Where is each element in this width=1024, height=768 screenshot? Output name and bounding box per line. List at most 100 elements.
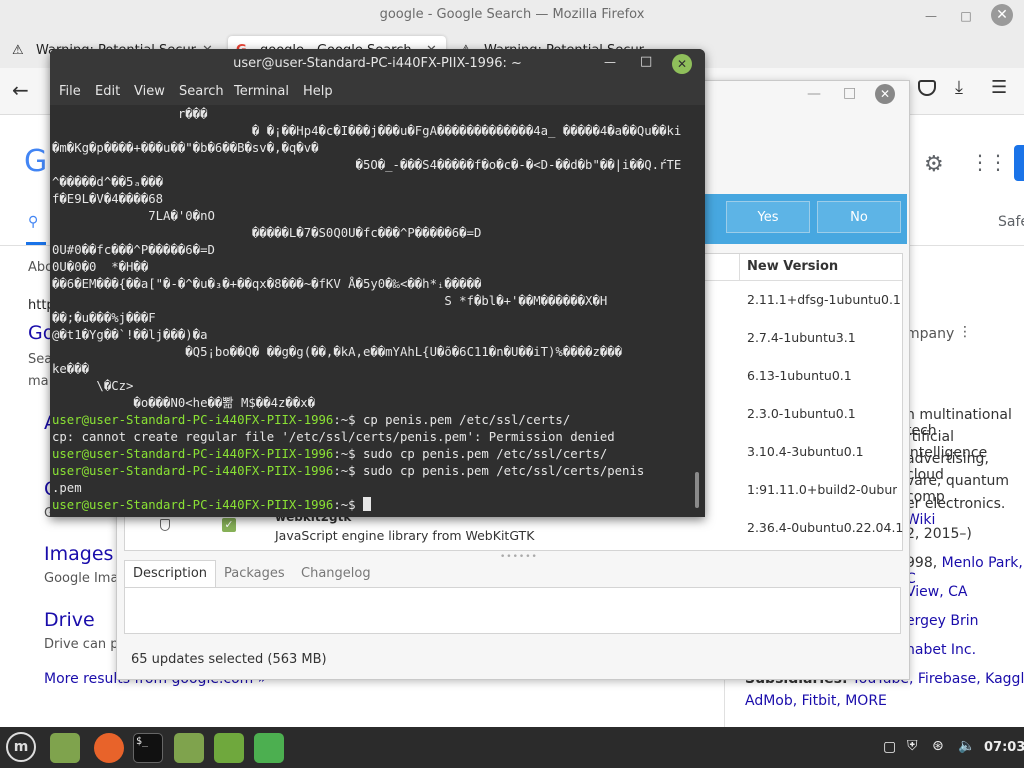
table-row-version[interactable]: 2.36.4-0ubuntu0.22.04.1 [747, 520, 903, 535]
firefox-titlebar: google - Google Search — Mozilla Firefox… [0, 0, 1024, 32]
close-icon[interactable]: ✕ [991, 4, 1013, 26]
terminal-command: :~$ sudo cp penis.pem /etc/ssl/certs/pen… [333, 464, 645, 478]
terminal-command-line: user@user-Standard-PC-i440FX-PIIX-1996:~… [52, 497, 371, 514]
terminal-minimize-icon[interactable]: — [604, 55, 616, 69]
package-description: JavaScript engine library from WebKitGTK [275, 528, 535, 543]
terminal-command: :~$ cp penis.pem /etc/ssl/certs/ [333, 413, 571, 427]
search-icon[interactable]: ⚲ [28, 214, 38, 230]
volume-icon[interactable]: 🔈 [958, 738, 975, 754]
taskbar: m $_ ▢ ⛨ ⊛ 🔈 07:03 [0, 727, 1024, 768]
founder-link[interactable]: ergey Brin [906, 613, 978, 629]
terminal-menubar: File Edit View Search Terminal Help [50, 79, 705, 105]
update-manager-icon[interactable] [214, 733, 244, 763]
safesearch-label[interactable]: Safe [998, 214, 1024, 230]
tab-packages[interactable]: Packages [224, 566, 285, 581]
maximize-icon[interactable]: □ [955, 5, 977, 27]
notifications-icon[interactable]: ▢ [883, 739, 896, 755]
details-notebook: Description Packages Changelog [124, 560, 901, 634]
terminal-close-icon[interactable]: ✕ [672, 54, 692, 74]
terminal-taskbar-icon[interactable]: $_ [133, 733, 163, 763]
um-minimize-icon[interactable]: — [807, 86, 821, 102]
terminal-line: f�E9L�V�4����68 [52, 192, 164, 206]
menu-search[interactable]: Search [179, 84, 224, 99]
parent-link[interactable]: habet Inc. [906, 642, 976, 658]
terminal-line: 0U#0��fc���^P�����6�=D [52, 243, 215, 257]
menu-edit[interactable]: Edit [95, 84, 120, 99]
shield-icon [160, 519, 170, 531]
pocket-icon[interactable] [918, 80, 936, 96]
terminal-line: �m�Kg�p����+���u��"�b�6��B�sv�,�q�v� [52, 141, 319, 155]
row-checkbox[interactable]: ✓ [222, 518, 236, 532]
files-folder-icon[interactable] [174, 733, 204, 763]
subsidiaries-links-2[interactable]: AdMob, Fitbit, MORE [745, 693, 887, 709]
mint-menu-icon[interactable]: m [6, 732, 36, 762]
sign-in-button[interactable] [1014, 145, 1024, 181]
result-snippet-2: ma [28, 374, 49, 389]
description-pane [124, 587, 901, 634]
updates-status: 65 updates selected (563 MB) [131, 652, 327, 667]
terminal-line: ��6�EM���{��a["�-�^�u�₃�+��qx�8���~�fKV … [52, 277, 482, 291]
update-shield-tray-icon[interactable]: ⛨ [907, 738, 918, 754]
terminal-output[interactable]: r��� � �¡��Hp4�c�I���j���u�FgA����������… [50, 106, 705, 517]
terminal-maximize-icon[interactable]: □ [640, 54, 652, 69]
terminal-cursor [362, 497, 371, 511]
table-row-version[interactable]: 2.3.0-1ubuntu0.1 [747, 406, 856, 421]
terminal-line: �5O�_-���S4�����f�o�c�-�<D-��d�b"��|i��Q… [52, 158, 682, 172]
more-options-icon[interactable]: ⋮ [958, 324, 972, 340]
no-button[interactable]: No [817, 201, 901, 233]
terminal-titlebar: user@user-Standard-PC-i440FX-PIIX-1996: … [50, 49, 705, 79]
column-divider [739, 254, 740, 280]
menu-file[interactable]: File [59, 84, 81, 99]
knowledge-founded: 2, 2015–) [906, 526, 972, 542]
tab-changelog[interactable]: Changelog [301, 566, 371, 581]
sitelink-drive[interactable]: Drive [44, 609, 95, 631]
knowledge-line-5: er electronics. Wiki [906, 496, 1024, 528]
terminal-window: user@user-Standard-PC-i440FX-PIIX-1996: … [50, 49, 705, 517]
knowledge-company-label: mpany [906, 326, 955, 342]
terminal-line: �Q5¡bo��Q� ��g�g(��,�kA,e��mYAhL{U�õ�6C1… [52, 345, 623, 359]
sitelink-images[interactable]: Images [44, 543, 113, 565]
terminal-prompt: user@user-Standard-PC-i440FX-PIIX-1996 [52, 498, 334, 512]
knowledge-line-5-text: er electronics. [906, 496, 1006, 512]
um-maximize-icon[interactable]: □ [843, 85, 856, 101]
yes-button[interactable]: Yes [726, 201, 810, 233]
terminal-prompt: user@user-Standard-PC-i440FX-PIIX-1996 [52, 447, 334, 461]
terminal-line: 0U�0�0 *�H�� [52, 260, 149, 274]
tab-description[interactable]: Description [124, 560, 216, 589]
um-close-icon[interactable]: ✕ [875, 84, 895, 104]
terminal-line: �����L�7�S0Q0U�fc���^P�����6�=D [52, 226, 482, 240]
menu-help[interactable]: Help [303, 84, 333, 99]
column-header-new-version[interactable]: New Version [747, 259, 838, 274]
table-row-version[interactable]: 3.10.4-3ubuntu0.1 [747, 444, 864, 459]
table-row-version[interactable]: 1:91.11.0+build2-0ubuntu [747, 482, 897, 497]
settings-gear-icon[interactable]: ⚙ [924, 152, 944, 177]
table-row-version[interactable]: 6.13-1ubuntu0.1 [747, 368, 852, 383]
terminal-line: 7LA�'0�nO [52, 209, 215, 223]
terminal-command-line: user@user-Standard-PC-i440FX-PIIX-1996:~… [52, 446, 607, 463]
menu-hamburger-icon[interactable]: ☰ [991, 77, 1007, 98]
network-icon[interactable]: ⊛ [932, 738, 944, 754]
table-row-version[interactable]: 2.11.1+dfsg-1ubuntu0.1 [747, 292, 901, 307]
terminal-prompt: user@user-Standard-PC-i440FX-PIIX-1996 [52, 413, 334, 427]
knowledge-view-link[interactable]: View, CA [906, 584, 967, 600]
firefox-icon[interactable] [94, 733, 124, 763]
table-row-version[interactable]: 2.7.4-1ubuntu3.1 [747, 330, 856, 345]
clock[interactable]: 07:03 [984, 740, 1024, 755]
terminal-line: � �¡��Hp4�c�I���j���u�FgA�������������4a… [52, 124, 682, 138]
show-desktop-icon[interactable] [50, 733, 80, 763]
shield-taskbar-icon[interactable] [254, 733, 284, 763]
menu-terminal[interactable]: Terminal [234, 84, 289, 99]
knowledge-hq-prefix: 998, [906, 555, 938, 571]
terminal-command: :~$ [333, 498, 363, 512]
back-arrow-icon[interactable]: ← [12, 78, 29, 102]
menu-view[interactable]: View [134, 84, 165, 99]
terminal-line: ��;�u���%j���F [52, 311, 156, 325]
sitelink-images-snippet: Google Ima [44, 571, 119, 586]
terminal-command-line: user@user-Standard-PC-i440FX-PIIX-1996:~… [52, 412, 570, 429]
download-icon[interactable]: ⤓ [955, 77, 963, 98]
minimize-icon[interactable]: — [920, 5, 942, 27]
terminal-scrollbar[interactable] [695, 472, 699, 508]
terminal-line: �o���N0<he��뽦 M$��4z��x� [52, 396, 316, 410]
sitelink-drive-snippet: Drive can pr [44, 637, 124, 652]
google-logo[interactable]: G [24, 144, 47, 179]
